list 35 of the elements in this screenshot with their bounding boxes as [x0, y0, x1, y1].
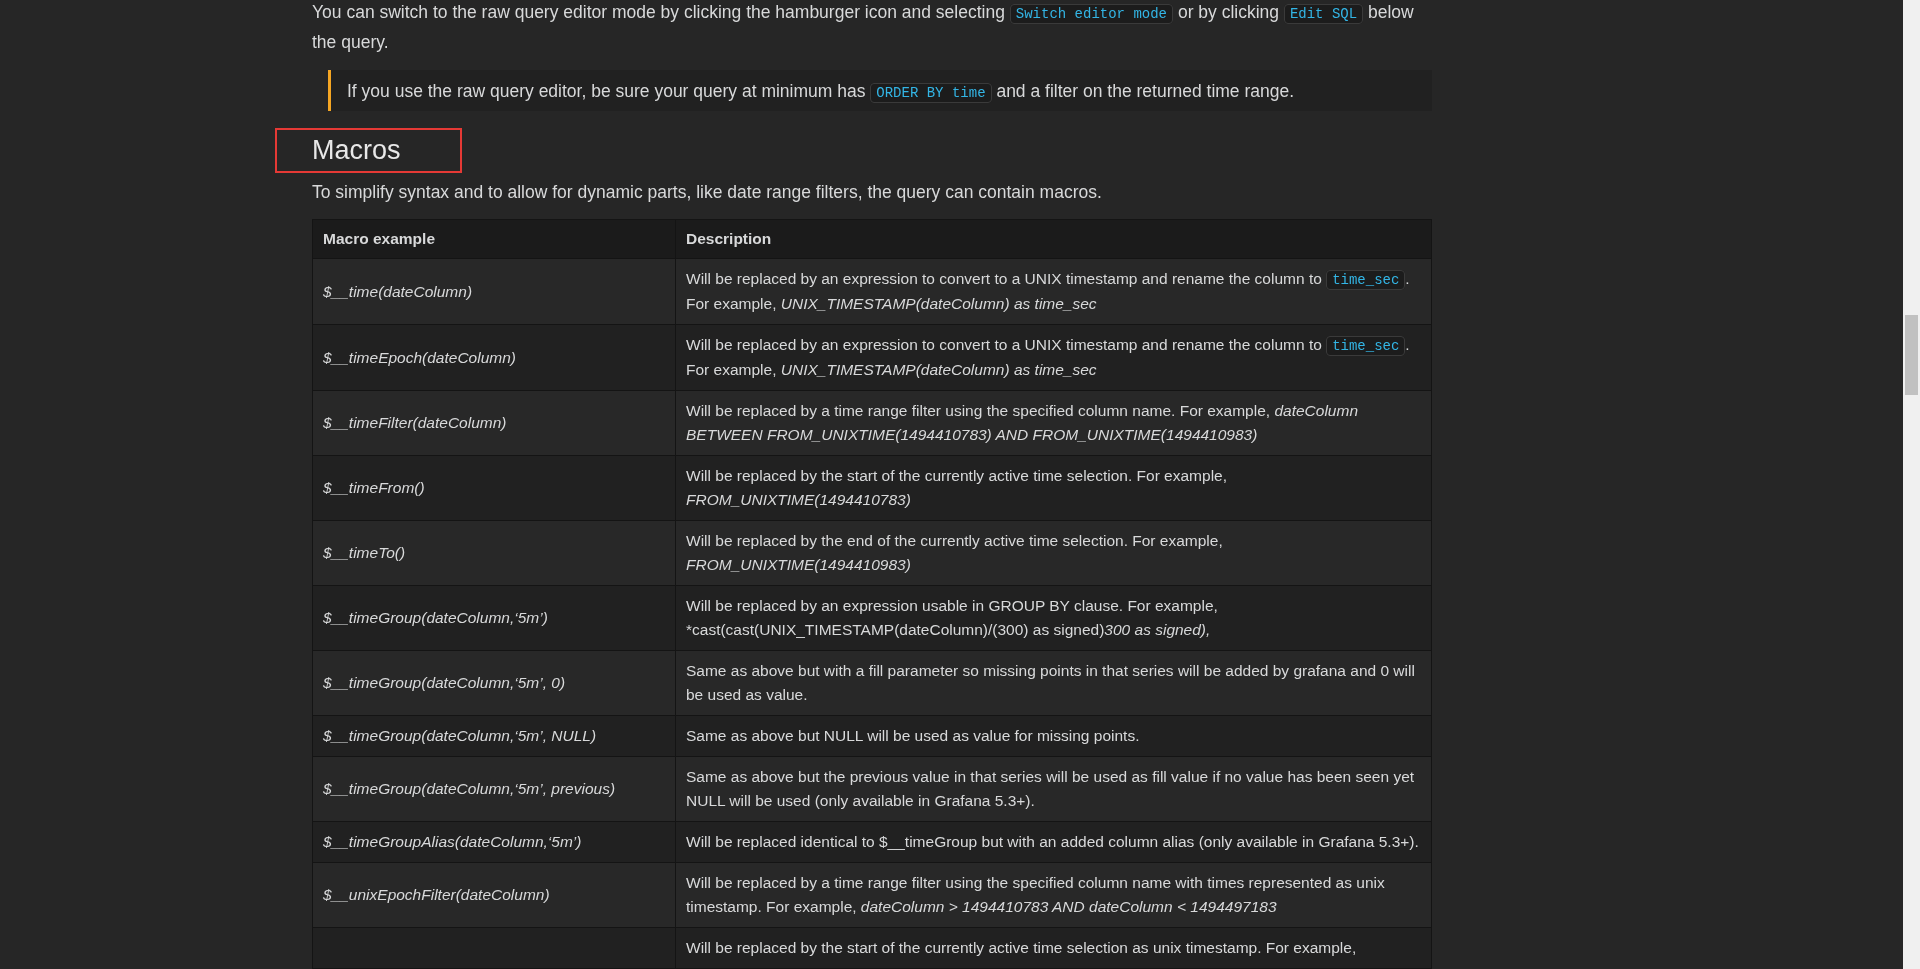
- table-cell: $__time(dateColumn): [312, 258, 676, 325]
- table-cell: $__timeGroupAlias(dateColumn,‘5m’): [312, 821, 676, 863]
- scrollbar-thumb[interactable]: [1905, 315, 1918, 395]
- column-header: Description: [675, 219, 1432, 259]
- table-cell: $__unixEpochFilter(dateColumn): [312, 862, 676, 928]
- table-cell: $__timeGroup(dateColumn,‘5m’, 0): [312, 650, 676, 716]
- table-cell: Will be replaced identical to $__timeGroup but with an added column alias (only available in Grafana 5.3+).: [675, 821, 1432, 863]
- column-header: Macro example: [312, 219, 676, 259]
- inline-code: ORDER BY time: [870, 82, 992, 103]
- table-cell: Will be replaced by the start of the currently active time selection as unix timestamp. For example,: [675, 927, 1432, 969]
- table-cell: Will be replaced by the start of the currently active time selection. For example, FROM_UNIXTIME(1494410783): [675, 455, 1432, 521]
- table-cell: Will be replaced by the end of the currently active time selection. For example, FROM_UNIXTIME(1494410983): [675, 520, 1432, 586]
- inline-code: time_sec: [1326, 336, 1406, 356]
- table-cell: Will be replaced by an expression usable in GROUP BY clause. For example, *cast(cast(UNIX_TIMESTAMP(dateColumn)/(300) as signed)300 as signed),: [675, 585, 1432, 651]
- section-heading: Macros: [312, 134, 401, 168]
- paragraph: You can switch to the raw query editor mode by clicking the hamburger icon and selecting Switch editor mode or by clicking Edit SQL below the query.: [312, 1, 1415, 54]
- table-cell: Will be replaced by a time range filter using the specified column name. For example, dateColumn BETWEEN FROM_UNIXTIME(1494410783) AND FROM_UNIXTIME(1494410983): [675, 390, 1432, 456]
- inline-code: Switch editor mode: [1009, 4, 1174, 24]
- table-cell: Same as above but with a fill parameter so missing points in that series will be added by grafana and 0 will be used as value.: [675, 650, 1432, 716]
- paragraph: To simplify syntax and to allow for dynamic parts, like date range filters, the query can contain macros.: [312, 180, 1103, 204]
- table-cell: Will be replaced by an expression to convert to a UNIX timestamp and rename the column to time_sec . For example, UNIX_TIMESTAMP(dateColumn) as time_sec: [675, 258, 1432, 325]
- table-cell: Same as above but NULL will be used as value for missing points.: [675, 715, 1432, 757]
- inline-code: time_sec: [1326, 270, 1406, 290]
- table-cell: $__timeEpoch(dateColumn): [312, 324, 676, 391]
- note-text: If you use the raw query editor, be sure your query at minimum has ORDER BY time and a filter on the returned time range.: [347, 79, 1295, 104]
- table-cell: $__timeFrom(): [312, 455, 676, 521]
- table-cell: Will be replaced by a time range filter using the specified column name with times represented as unix timestamp. For example, dateColumn > 1494410783 AND dateColumn < 1494497183: [675, 862, 1432, 928]
- table-cell: $__timeFilter(dateColumn): [312, 390, 676, 456]
- table-cell: $__timeGroup(dateColumn,‘5m’, previous): [312, 756, 676, 822]
- table-cell: Same as above but the previous value in that series will be used as fill value if no value has been seen yet NULL will be used (only available in Grafana 5.3+).: [675, 756, 1432, 822]
- inline-code: Edit SQL: [1283, 4, 1364, 24]
- table-cell: $__timeTo(): [312, 520, 676, 586]
- table-cell: Will be replaced by an expression to convert to a UNIX timestamp and rename the column to time_sec . For example, UNIX_TIMESTAMP(dateColumn) as time_sec: [675, 324, 1432, 391]
- table-cell: $__timeGroup(dateColumn,‘5m’, NULL): [312, 715, 676, 757]
- table-cell: $__timeGroup(dateColumn,‘5m’): [312, 585, 676, 651]
